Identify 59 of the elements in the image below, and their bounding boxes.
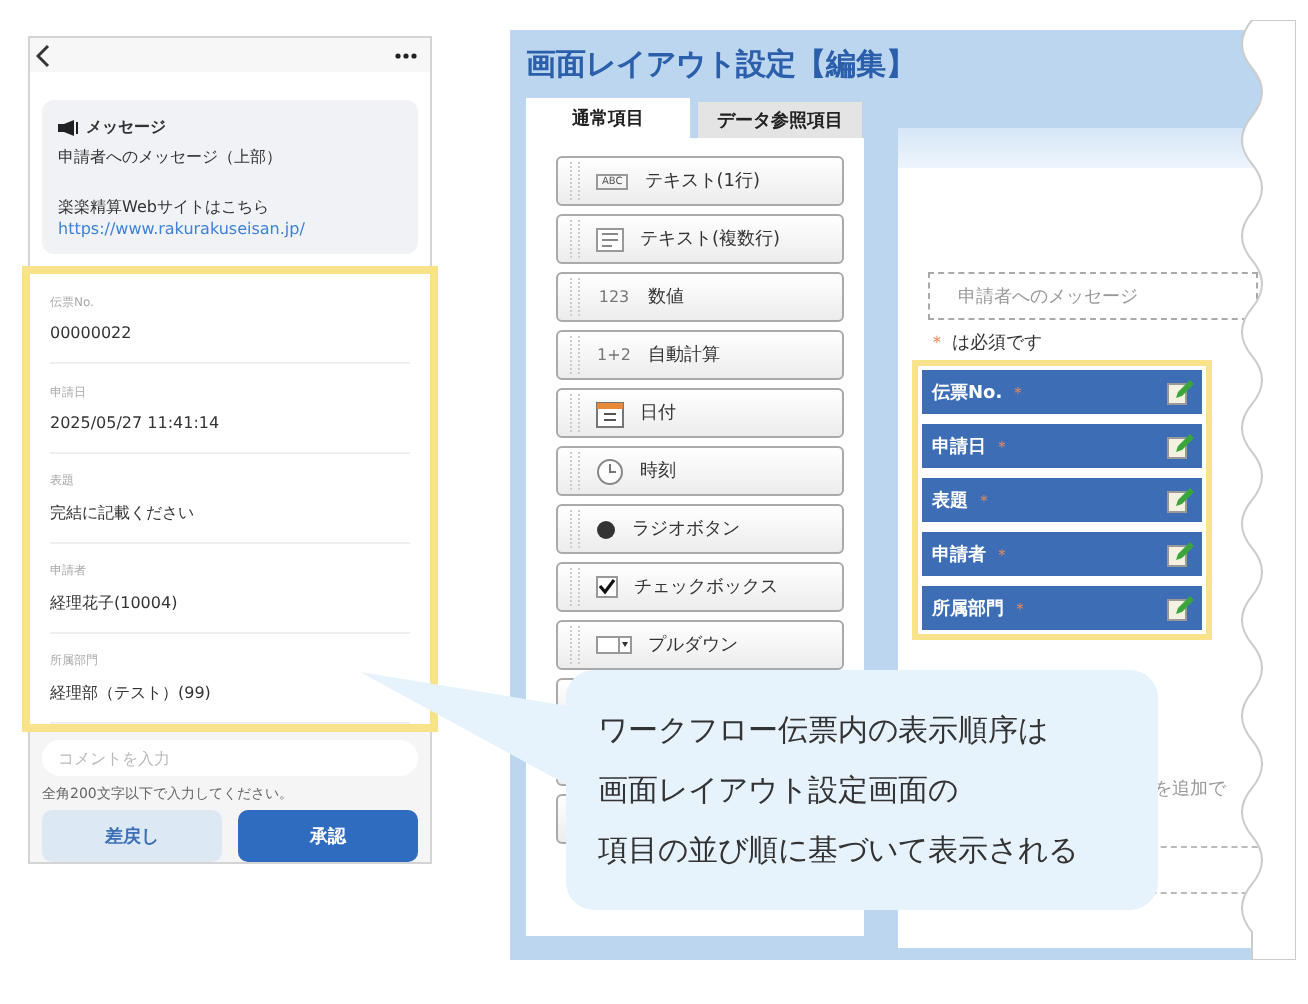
required-legend: は必須です [952, 330, 1042, 356]
edit-icon[interactable] [1166, 432, 1194, 460]
item-label: 申請者 [932, 542, 986, 567]
required-mark: ＊ [1010, 381, 1027, 403]
message-title: メッセージ [86, 116, 166, 138]
layout-item[interactable]: 表題 ＊ [922, 478, 1202, 522]
required-mark: ＊ [928, 332, 946, 356]
field-value: 経理部（テスト）(99) [50, 682, 213, 704]
palette-item[interactable]: 123 数値 [556, 272, 844, 322]
field-value: 2025/05/27 11:41:14 [50, 414, 222, 432]
clock-icon [596, 457, 624, 485]
checkbox-icon [596, 576, 618, 598]
callout-text: 項目の並び順に基づいて表示される [598, 830, 1080, 872]
palette-item[interactable]: 日付 [556, 388, 844, 438]
item-label: 申請日 [932, 434, 986, 459]
edit-icon[interactable] [1166, 540, 1194, 568]
calendar-icon [596, 399, 624, 427]
tab[interactable]: 通常項目 [526, 98, 690, 138]
callout-text: 画面レイアウト設定画面の [598, 770, 960, 812]
approve-button[interactable]: 承認 [238, 810, 418, 862]
edit-icon[interactable] [1166, 486, 1194, 514]
palette-item[interactable]: テキスト(複数行) [556, 214, 844, 264]
field-value: 完結に記載ください [50, 502, 196, 524]
megaphone-icon [58, 119, 78, 135]
lines-icon [596, 227, 624, 251]
field-value: 経理花子(10004) [50, 592, 180, 614]
palette-item[interactable]: ラジオボタン [556, 504, 844, 554]
required-mark: ＊ [994, 543, 1010, 565]
comment-field[interactable]: コメントを入力 [42, 740, 418, 776]
layout-item[interactable]: 申請者 ＊ [922, 532, 1202, 576]
palette-item[interactable]: 1+2 自動計算 [556, 330, 844, 380]
layout-item[interactable]: 申請日 ＊ [922, 424, 1202, 468]
tab[interactable]: データ参照項目 [698, 102, 862, 138]
edit-icon[interactable] [1166, 378, 1194, 406]
back-icon[interactable] [36, 43, 52, 67]
required-mark: ＊ [994, 435, 1010, 457]
palette-item[interactable]: プルダウン [556, 620, 844, 670]
message-text: 申請者へのメッセージ（上部） [58, 146, 284, 168]
number-icon: 123 [596, 288, 632, 306]
return-button[interactable]: 差戻し [42, 810, 222, 862]
more-icon[interactable] [394, 51, 418, 59]
palette-item[interactable]: チェックボックス [556, 562, 844, 612]
item-label: 所属部門 [932, 596, 1004, 621]
palette-item[interactable]: 時刻 [556, 446, 844, 496]
item-label: 表題 [932, 488, 968, 513]
field-value: 00000022 [50, 324, 134, 342]
dropdown-icon [596, 636, 632, 654]
required-mark: ＊ [976, 489, 992, 511]
edit-icon[interactable] [1166, 594, 1194, 622]
radio-icon [596, 519, 616, 539]
site-text: 楽楽精算Webサイトはこちら [58, 196, 271, 218]
editor-title: 画面レイアウト設定【編集】 [524, 44, 918, 86]
layout-item[interactable]: 所属部門 ＊ [922, 586, 1202, 630]
layout-item[interactable]: 伝票No. ＊ [922, 370, 1202, 414]
number-icon: 1+2 [596, 346, 632, 364]
item-label: 伝票No. [932, 381, 1003, 405]
callout-text: ワークフロー伝票内の表示順序は [598, 710, 1050, 752]
required-mark: ＊ [1012, 597, 1028, 619]
site-link[interactable]: https://www.rakurakuseisan.jp/ [58, 220, 402, 238]
